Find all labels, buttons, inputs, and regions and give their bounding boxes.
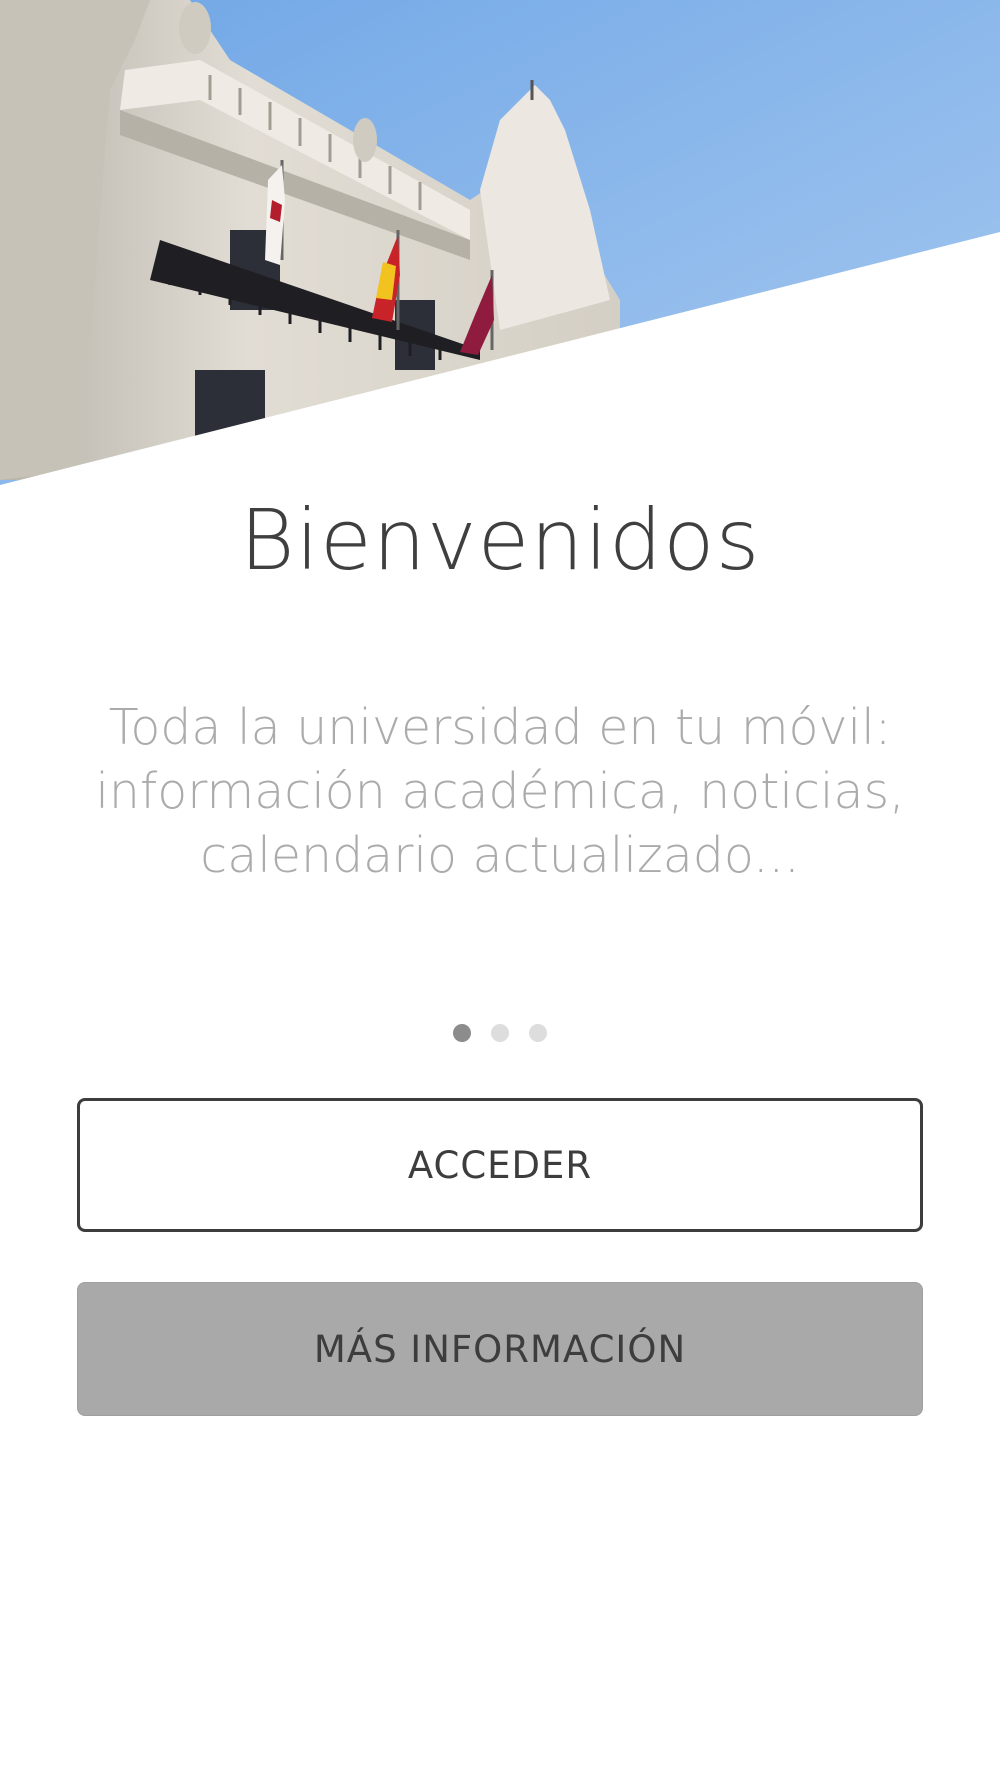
page-dot-3[interactable] bbox=[529, 1024, 547, 1042]
page-title: Bienvenidos bbox=[239, 491, 761, 589]
hero-image bbox=[0, 0, 1000, 490]
login-button[interactable]: ACCEDER bbox=[77, 1098, 923, 1232]
more-info-button[interactable]: MÁS INFORMACIÓN bbox=[77, 1282, 923, 1416]
page-dot-1[interactable] bbox=[453, 1024, 471, 1042]
welcome-description: Toda la universidad en tu móvil: informa… bbox=[95, 699, 905, 884]
page-dot-2[interactable] bbox=[491, 1024, 509, 1042]
page-indicator bbox=[0, 1024, 1000, 1042]
more-info-button-label: MÁS INFORMACIÓN bbox=[313, 1327, 687, 1371]
login-button-label: ACCEDER bbox=[407, 1143, 593, 1187]
university-building-photo-icon bbox=[0, 0, 1000, 490]
